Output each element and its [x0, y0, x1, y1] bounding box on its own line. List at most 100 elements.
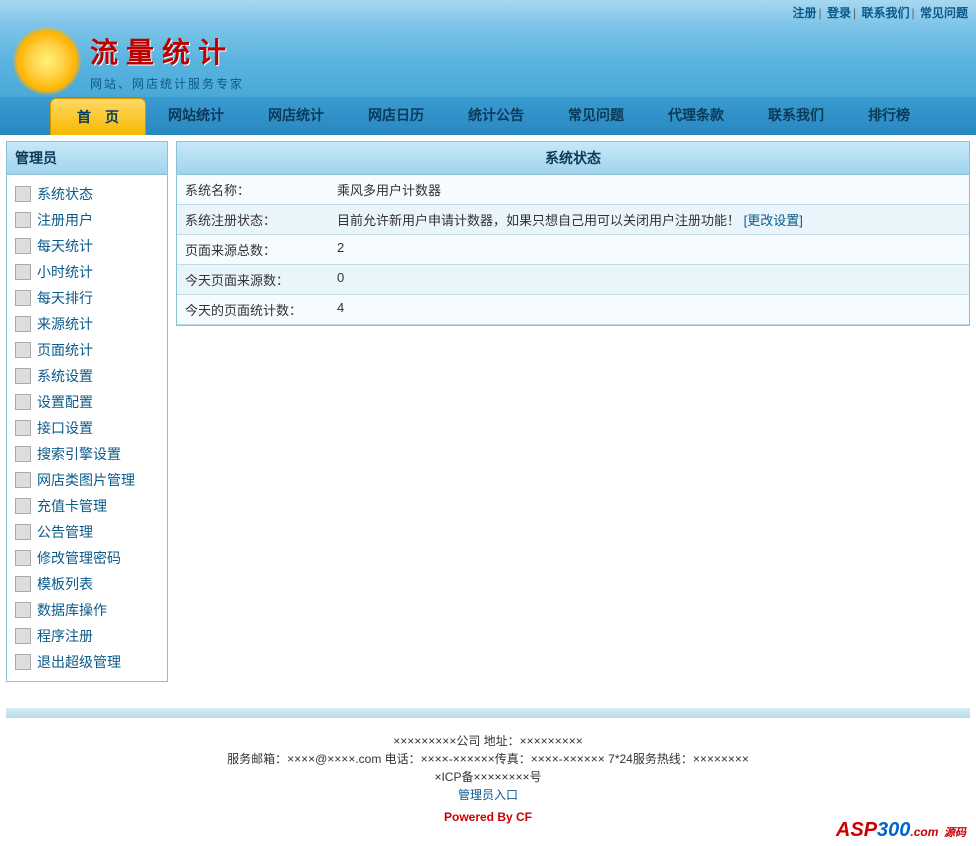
sidebar-item-7[interactable]: 系统设置 — [7, 363, 167, 389]
sun-icon — [12, 26, 82, 96]
footer-contact: 服务邮箱：××××@××××.com 电话：××××-××××××传真：××××… — [0, 750, 976, 768]
status-row: 系统注册状态：目前允许新用户申请计数器，如果只想自己用可以关闭用户注册功能！ [… — [177, 205, 969, 235]
menu-icon — [15, 394, 31, 410]
sidebar-item-label: 每天统计 — [37, 236, 93, 256]
sidebar-item-label: 小时统计 — [37, 262, 93, 282]
content-panel: 系统状态 系统名称：乘风多用户计数器 系统注册状态：目前允许新用户申请计数器，如… — [176, 141, 970, 326]
sidebar-title: 管理员 — [7, 142, 167, 175]
logo-title: 流量统计 — [90, 31, 244, 71]
status-value: 目前允许新用户申请计数器，如果只想自己用可以关闭用户注册功能！ [更改设置] — [337, 210, 803, 229]
sidebar-item-13[interactable]: 公告管理 — [7, 519, 167, 545]
top-links-bar: 注册| 登录| 联系我们| 常见问题 — [0, 0, 976, 25]
sidebar-item-label: 数据库操作 — [37, 600, 107, 620]
nav-item-1[interactable]: 网站统计 — [146, 95, 246, 135]
footer: ×××××××××公司 地址：××××××××× 服务邮箱：××××@××××.… — [0, 724, 976, 846]
sidebar-item-1[interactable]: 注册用户 — [7, 207, 167, 233]
sidebar-item-15[interactable]: 模板列表 — [7, 571, 167, 597]
sidebar-item-label: 系统状态 — [37, 184, 93, 204]
sidebar-item-label: 网店类图片管理 — [37, 470, 135, 490]
sidebar-item-6[interactable]: 页面统计 — [7, 337, 167, 363]
sidebar-item-label: 设置配置 — [37, 392, 93, 412]
content-title: 系统状态 — [177, 142, 969, 175]
sidebar-item-label: 搜索引擎设置 — [37, 444, 121, 464]
sidebar-item-4[interactable]: 每天排行 — [7, 285, 167, 311]
asp300-logo: ASP300.com 源码 — [836, 821, 966, 842]
change-setting-link[interactable]: [更改设置] — [744, 213, 803, 228]
menu-icon — [15, 472, 31, 488]
status-value: 乘风多用户计数器 — [337, 180, 441, 199]
sidebar-item-label: 退出超级管理 — [37, 652, 121, 672]
menu-icon — [15, 264, 31, 280]
logo-subtitle: 网站、网店统计服务专家 — [90, 75, 244, 92]
sidebar-item-label: 来源统计 — [37, 314, 93, 334]
nav-item-6[interactable]: 代理条款 — [646, 95, 746, 135]
nav-item-3[interactable]: 网店日历 — [346, 95, 446, 135]
sidebar-item-9[interactable]: 接口设置 — [7, 415, 167, 441]
footer-divider — [6, 708, 970, 718]
sidebar-item-2[interactable]: 每天统计 — [7, 233, 167, 259]
menu-icon — [15, 602, 31, 618]
menu-icon — [15, 524, 31, 540]
menu-icon — [15, 316, 31, 332]
sidebar-item-label: 系统设置 — [37, 366, 93, 386]
status-row: 今天页面来源数：0 — [177, 265, 969, 295]
logo-area: 流量统计 网站、网店统计服务专家 — [0, 26, 244, 96]
sidebar-list: 系统状态注册用户每天统计小时统计每天排行来源统计页面统计系统设置设置配置接口设置… — [7, 175, 167, 681]
nav-item-5[interactable]: 常见问题 — [546, 95, 646, 135]
sidebar-item-18[interactable]: 退出超级管理 — [7, 649, 167, 675]
sidebar-item-16[interactable]: 数据库操作 — [7, 597, 167, 623]
sidebar-item-14[interactable]: 修改管理密码 — [7, 545, 167, 571]
header: 流量统计 网站、网店统计服务专家 — [0, 25, 976, 97]
menu-icon — [15, 576, 31, 592]
sidebar-item-label: 接口设置 — [37, 418, 93, 438]
menu-icon — [15, 368, 31, 384]
powered-by: Powered By CF — [0, 808, 976, 826]
sidebar-item-label: 模板列表 — [37, 574, 93, 594]
sidebar-item-label: 修改管理密码 — [37, 548, 121, 568]
nav-bar: 首 页网站统计网店统计网店日历统计公告常见问题代理条款联系我们排行榜 — [0, 97, 976, 135]
menu-icon — [15, 290, 31, 306]
sidebar-item-label: 注册用户 — [37, 210, 93, 230]
nav-item-8[interactable]: 排行榜 — [846, 95, 932, 135]
login-link[interactable]: 登录 — [827, 6, 851, 20]
sidebar-item-17[interactable]: 程序注册 — [7, 623, 167, 649]
status-label: 系统名称： — [177, 180, 337, 199]
status-value: 4 — [337, 300, 344, 319]
sidebar-item-8[interactable]: 设置配置 — [7, 389, 167, 415]
menu-icon — [15, 186, 31, 202]
status-row: 系统名称：乘风多用户计数器 — [177, 175, 969, 205]
nav-item-4[interactable]: 统计公告 — [446, 95, 546, 135]
sidebar-item-label: 每天排行 — [37, 288, 93, 308]
status-row: 页面来源总数：2 — [177, 235, 969, 265]
menu-icon — [15, 550, 31, 566]
status-label: 今天的页面统计数： — [177, 300, 337, 319]
sidebar-item-11[interactable]: 网店类图片管理 — [7, 467, 167, 493]
nav-item-7[interactable]: 联系我们 — [746, 95, 846, 135]
sidebar-item-0[interactable]: 系统状态 — [7, 181, 167, 207]
contact-link[interactable]: 联系我们 — [862, 6, 910, 20]
menu-icon — [15, 654, 31, 670]
admin-entry-link[interactable]: 管理员入口 — [458, 788, 518, 802]
sidebar-item-10[interactable]: 搜索引擎设置 — [7, 441, 167, 467]
status-label: 今天页面来源数： — [177, 270, 337, 289]
footer-company: ×××××××××公司 地址：××××××××× — [0, 732, 976, 750]
status-table: 系统名称：乘风多用户计数器 系统注册状态：目前允许新用户申请计数器，如果只想自己… — [177, 175, 969, 325]
menu-icon — [15, 238, 31, 254]
menu-icon — [15, 342, 31, 358]
status-value: 0 — [337, 270, 344, 289]
status-label: 页面来源总数： — [177, 240, 337, 259]
sidebar-item-label: 充值卡管理 — [37, 496, 107, 516]
nav-item-0[interactable]: 首 页 — [50, 98, 146, 135]
register-link[interactable]: 注册 — [793, 6, 817, 20]
footer-icp: ×ICP备××××××××号 — [0, 768, 976, 786]
sidebar-item-12[interactable]: 充值卡管理 — [7, 493, 167, 519]
status-row: 今天的页面统计数：4 — [177, 295, 969, 325]
menu-icon — [15, 212, 31, 228]
sidebar-item-label: 页面统计 — [37, 340, 93, 360]
menu-icon — [15, 446, 31, 462]
menu-icon — [15, 628, 31, 644]
faq-link[interactable]: 常见问题 — [920, 6, 968, 20]
nav-item-2[interactable]: 网店统计 — [246, 95, 346, 135]
sidebar-item-3[interactable]: 小时统计 — [7, 259, 167, 285]
sidebar-item-5[interactable]: 来源统计 — [7, 311, 167, 337]
